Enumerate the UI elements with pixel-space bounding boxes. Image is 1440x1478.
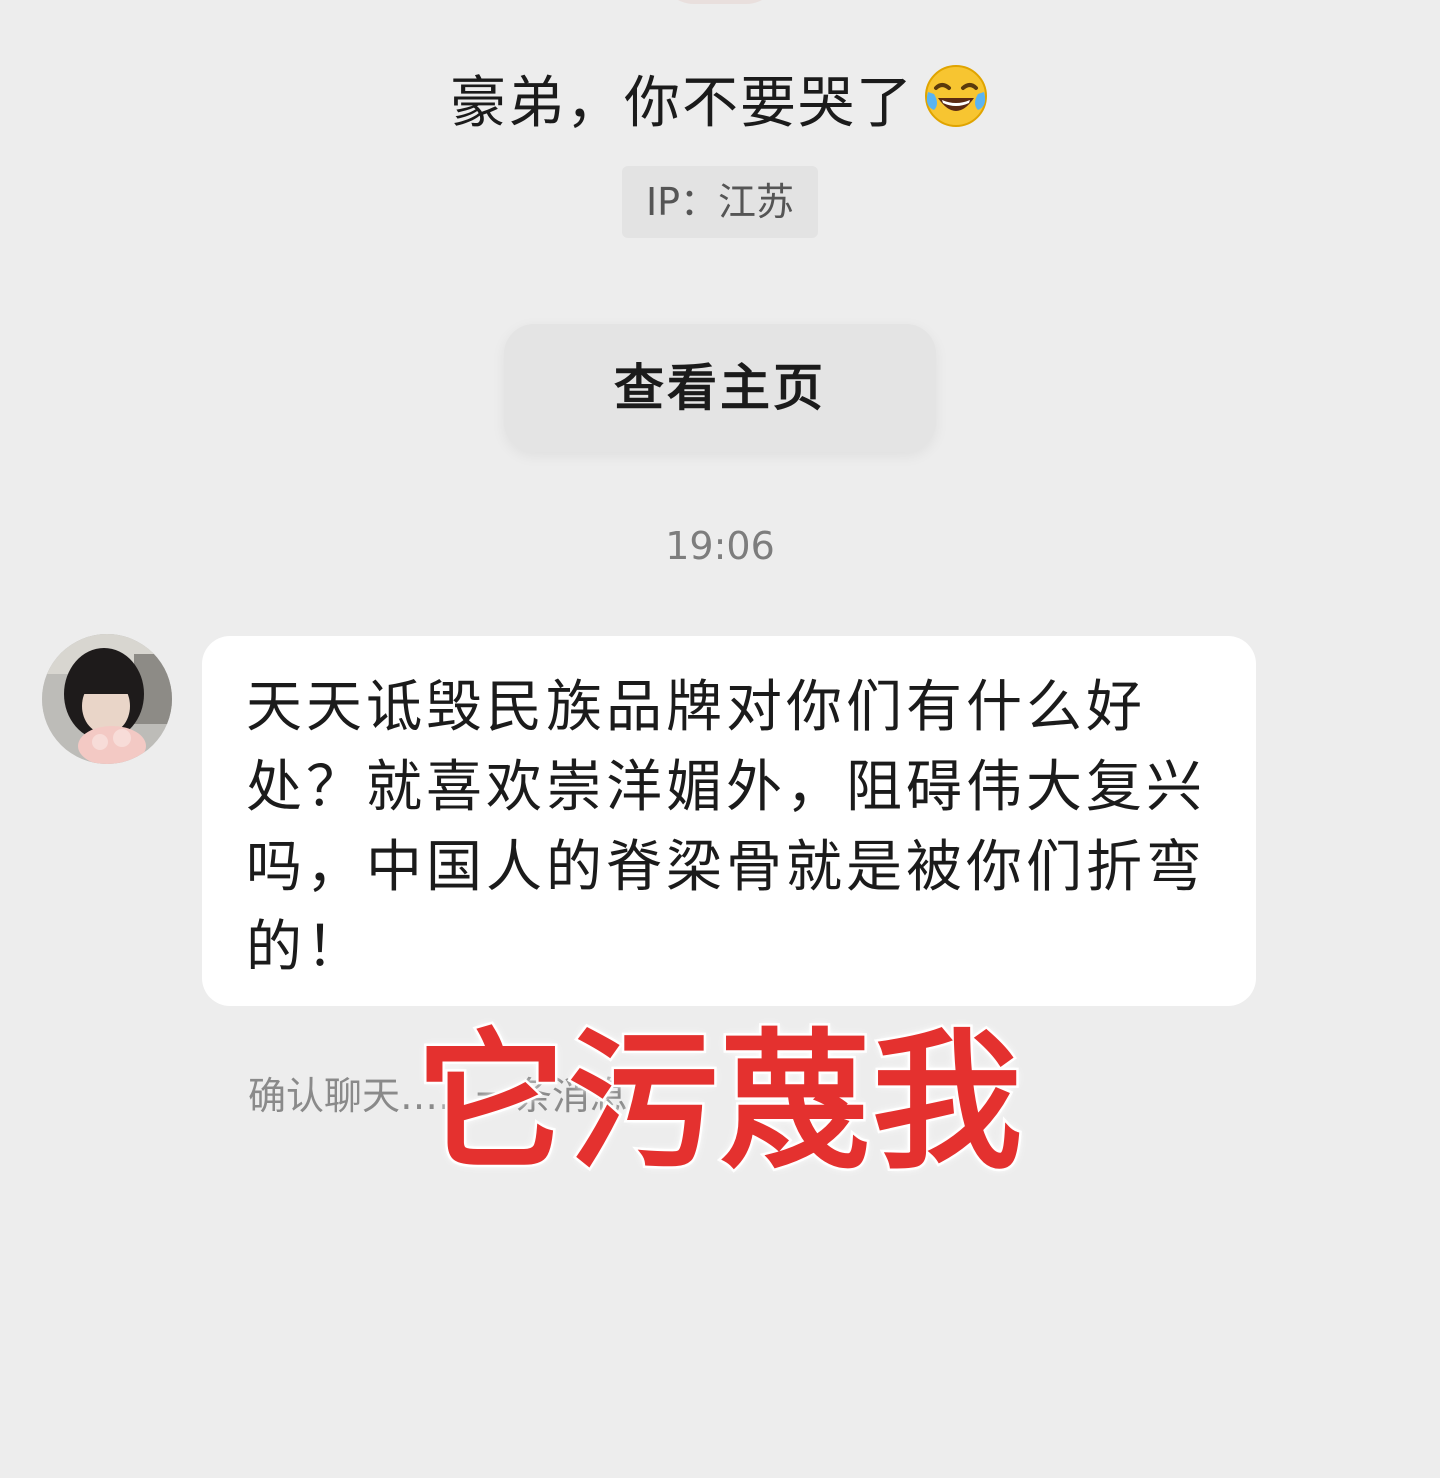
top-avatar xyxy=(660,0,780,4)
message-timestamp: 19:06 xyxy=(665,524,775,568)
message-bubble[interactable]: 天天诋毁民族品牌对你们有什么好处？就喜欢崇洋媚外，阻碍伟大复兴吗，中国人的脊梁骨… xyxy=(202,636,1256,1006)
face-with-tears-of-joy-icon xyxy=(922,62,990,130)
profile-name-text: 豪弟，你不要哭了 xyxy=(450,71,914,136)
view-profile-button[interactable]: 查看主页 xyxy=(504,324,936,452)
sender-avatar[interactable] xyxy=(42,634,172,764)
message-text: 天天诋毁民族品牌对你们有什么好处？就喜欢崇洋媚外，阻碍伟大复兴吗，中国人的脊梁骨… xyxy=(246,675,1206,980)
profile-name: 豪弟，你不要哭了 xyxy=(0,62,1440,143)
ip-location-badge: IP：江苏 xyxy=(622,166,818,238)
overlay-caption: 它污蔑我 xyxy=(413,1014,1024,1193)
